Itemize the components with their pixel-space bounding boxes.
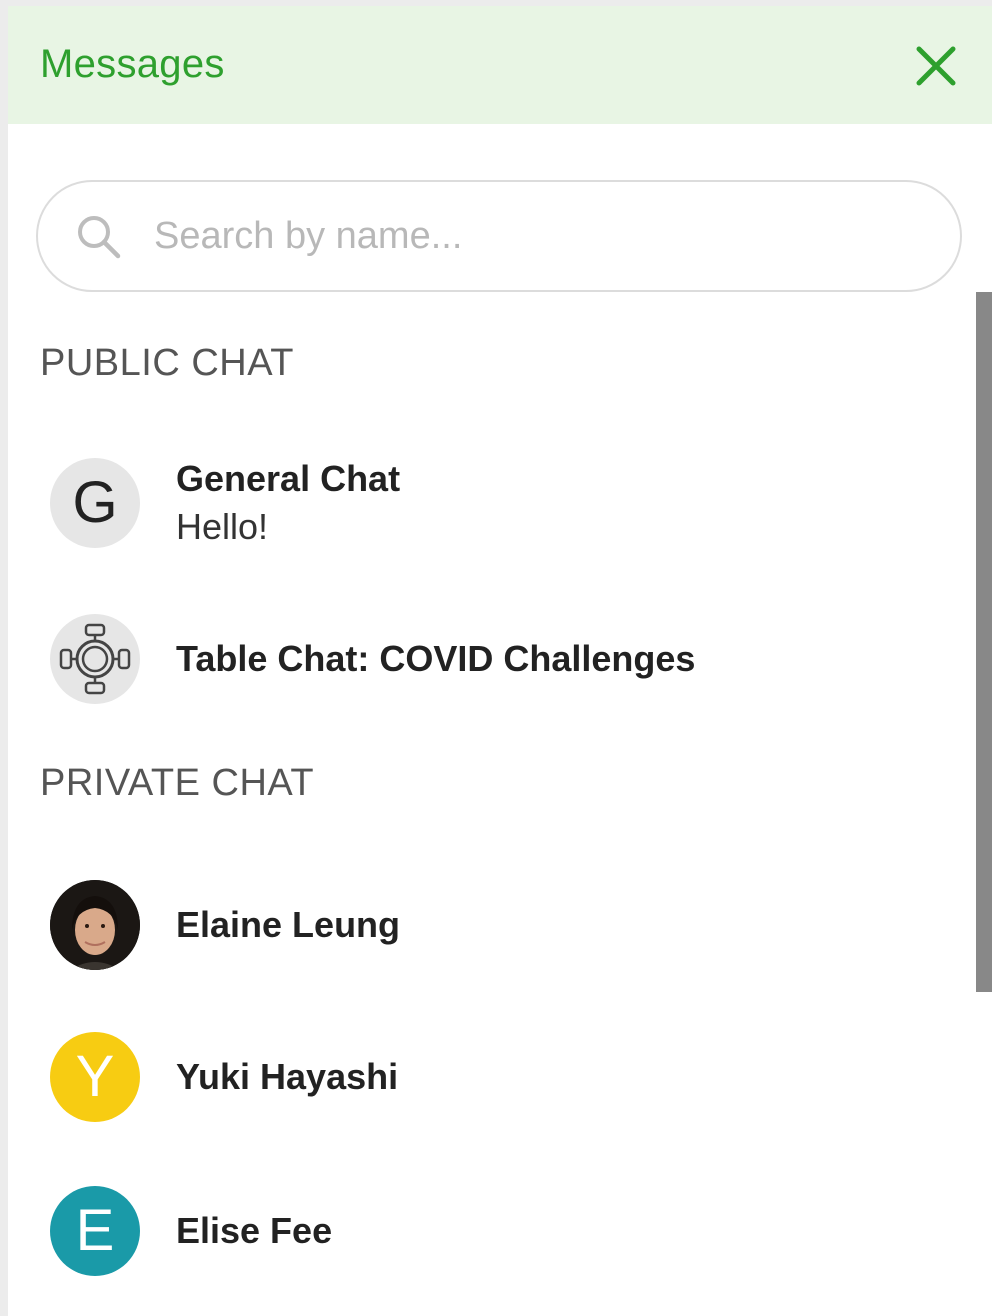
avatar: Y xyxy=(50,1032,140,1122)
chat-item-table-chat[interactable]: Table Chat: COVID Challenges xyxy=(8,596,968,716)
table-icon xyxy=(59,623,131,695)
private-chat-heading: PRIVATE CHAT xyxy=(40,762,315,804)
avatar-letter: Y xyxy=(75,1044,115,1109)
chat-item-elaine-leung[interactable]: Elaine Leung xyxy=(8,862,968,982)
close-button[interactable] xyxy=(914,44,958,88)
user-photo xyxy=(50,880,140,970)
avatar: G xyxy=(50,458,140,548)
chat-item-yuki-hayashi[interactable]: Y Yuki Hayashi xyxy=(8,1014,968,1134)
avatar-letter: G xyxy=(72,470,118,535)
messages-panel: Messages PUBLIC CHAT G General Chat Hell… xyxy=(8,6,992,1316)
chat-item-general-chat[interactable]: G General Chat Hello! xyxy=(8,440,968,560)
messages-header: Messages xyxy=(8,6,992,124)
search-box[interactable] xyxy=(36,180,962,292)
chat-name: Elise Fee xyxy=(176,1210,333,1251)
search-icon xyxy=(78,216,121,259)
panel-title: Messages xyxy=(40,42,225,86)
avatar: E xyxy=(50,1186,140,1276)
avatar xyxy=(50,614,140,704)
chat-name: Elaine Leung xyxy=(176,904,401,945)
public-chat-heading: PUBLIC CHAT xyxy=(40,342,294,384)
chat-name: Table Chat: COVID Challenges xyxy=(176,638,696,679)
avatar-letter: E xyxy=(75,1198,115,1263)
chat-item-elise-fee[interactable]: E Elise Fee xyxy=(8,1168,968,1288)
close-icon xyxy=(916,46,956,86)
chat-name: Yuki Hayashi xyxy=(176,1056,399,1097)
scrollbar[interactable] xyxy=(976,292,992,992)
avatar xyxy=(50,880,140,970)
search-input[interactable] xyxy=(154,208,934,264)
chat-name: General Chat xyxy=(176,458,401,499)
last-message: Hello! xyxy=(176,506,269,547)
